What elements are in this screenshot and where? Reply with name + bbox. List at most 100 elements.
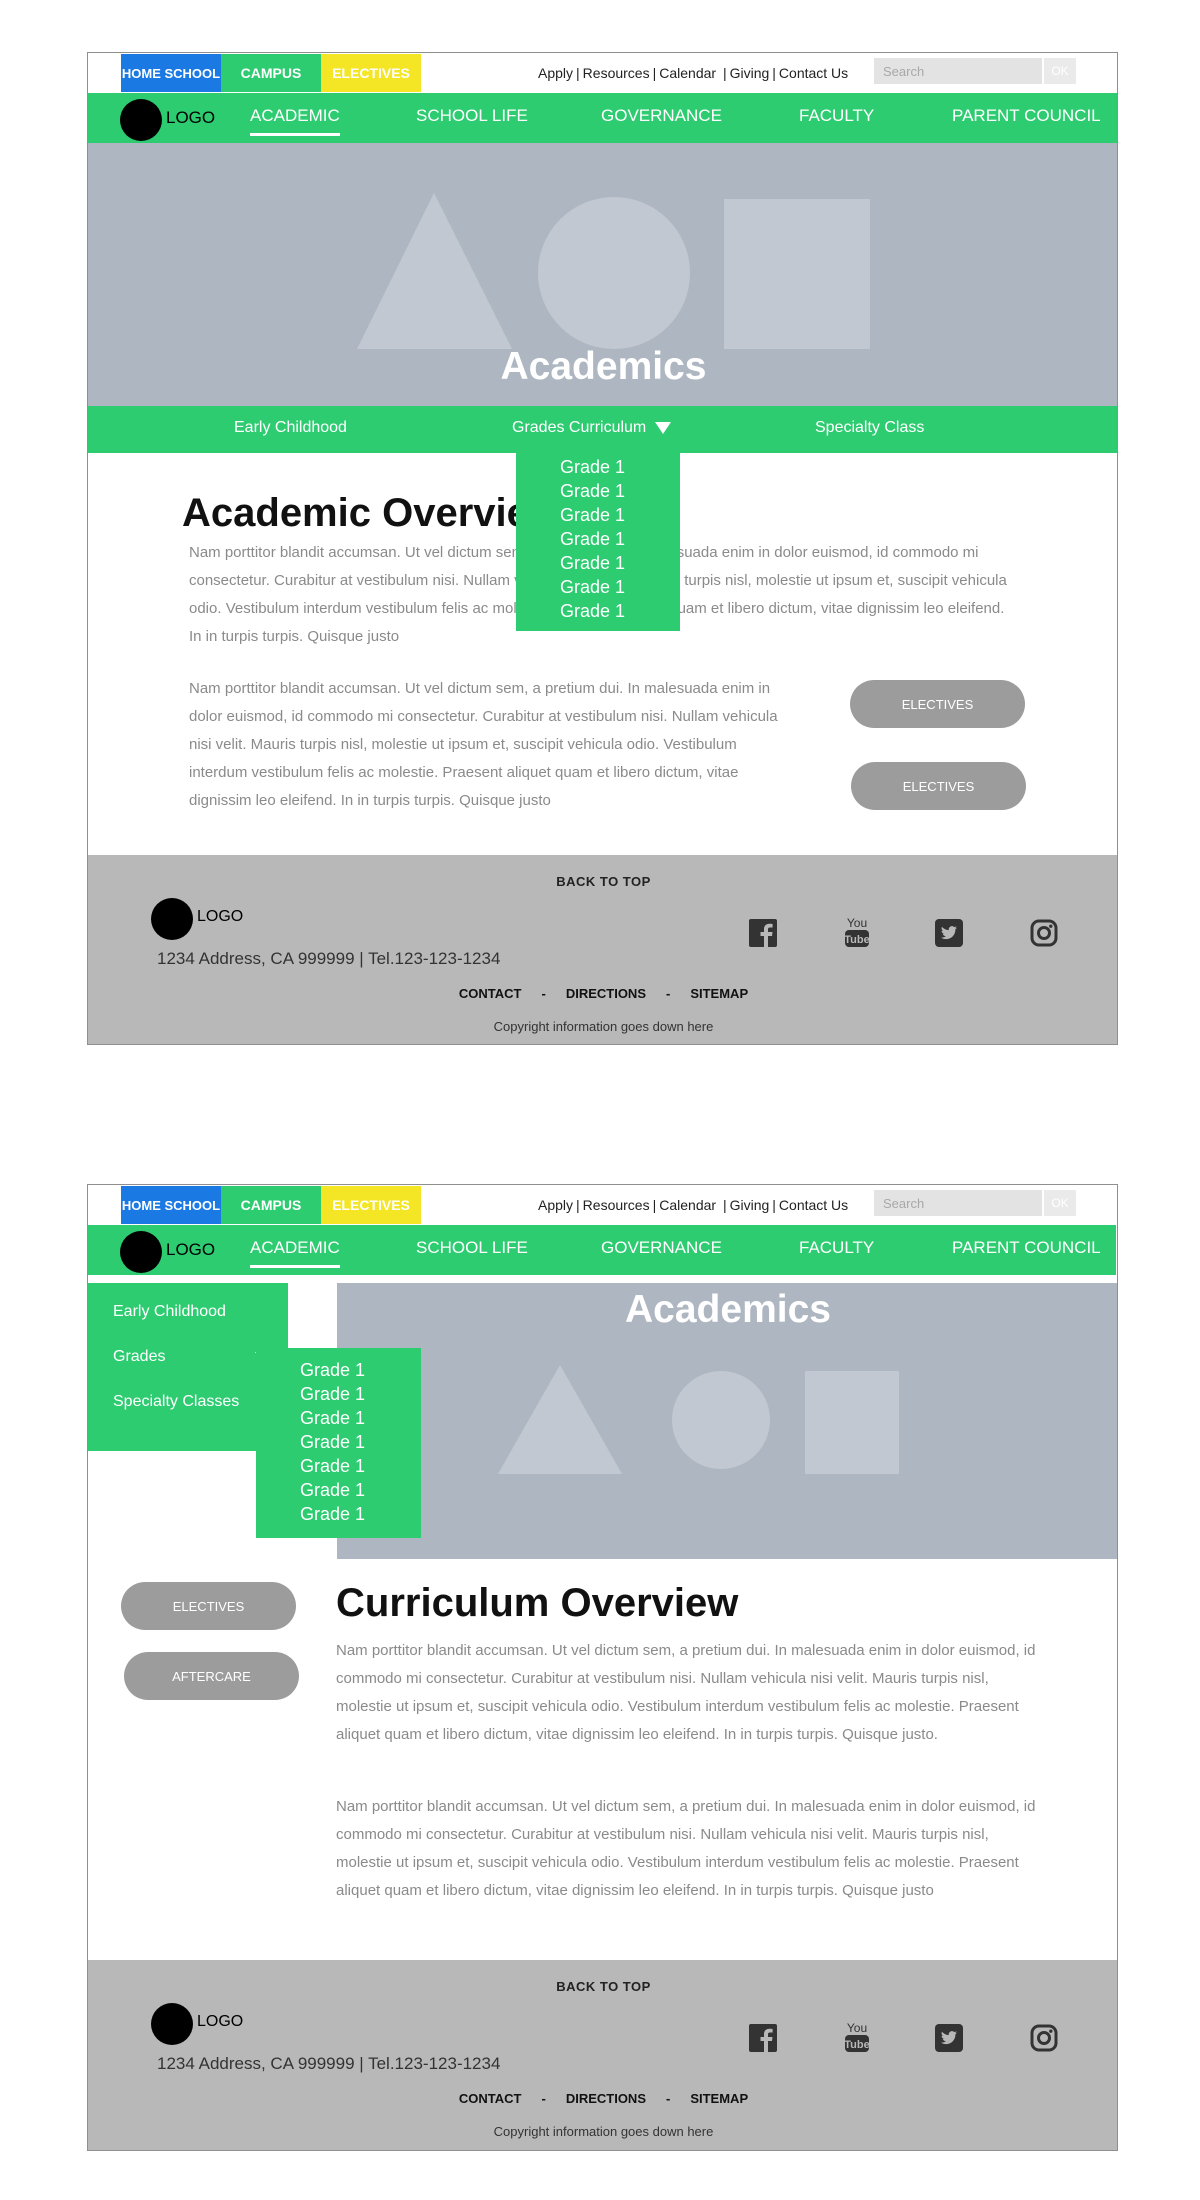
dropdown-grade-item[interactable]: Grade 1: [256, 1454, 421, 1478]
search-ok-button[interactable]: OK: [1044, 1190, 1076, 1216]
dropdown-grade-item[interactable]: Grade 1: [256, 1406, 421, 1430]
footer-address: 1234 Address, CA 999999 | Tel.123-123-12…: [157, 949, 501, 968]
body-paragraph: Nam porttitor blandit accumsan. Ut vel d…: [336, 1798, 1036, 1899]
footer-link-sitemap[interactable]: SITEMAP: [690, 986, 748, 1001]
nav-academic[interactable]: ACADEMIC: [250, 106, 340, 136]
back-to-top-link[interactable]: BACK TO TOP: [88, 874, 1117, 889]
nav-academic[interactable]: ACADEMIC: [250, 1238, 340, 1268]
nav-governance[interactable]: GOVERNANCE: [601, 106, 722, 126]
hero-title: Academics: [500, 345, 707, 388]
caret-down-icon[interactable]: [655, 421, 672, 434]
svg-text:You: You: [847, 916, 867, 930]
intro-paragraph: Nam porttitor blandit accumsan. Ut vel d…: [336, 1642, 1036, 1743]
link-calendar[interactable]: Calendar: [659, 65, 716, 81]
tab-home-school[interactable]: HOME SCHOOL: [121, 54, 221, 92]
hero-image-placeholder: Academics: [337, 1283, 1117, 1559]
svg-text:Tube: Tube: [844, 934, 869, 946]
dropdown-grade-item[interactable]: Grade 1: [256, 1478, 421, 1502]
instagram-icon[interactable]: [1030, 2024, 1058, 2052]
main-nav: LOGO ACADEMIC SCHOOL LIFE GOVERNANCE FAC…: [88, 93, 1117, 143]
electives-button[interactable]: ELECTIVES: [850, 680, 1025, 728]
back-to-top-link[interactable]: BACK TO TOP: [88, 1979, 1117, 1994]
tab-campus[interactable]: CAMPUS: [221, 1186, 321, 1224]
subnav-grades-curriculum[interactable]: Grades Curriculum: [512, 419, 672, 437]
grades-dropdown: Grade 1 Grade 1 Grade 1 Grade 1 Grade 1 …: [256, 1348, 421, 1538]
link-apply[interactable]: Apply: [538, 65, 573, 81]
link-giving[interactable]: Giving: [730, 1197, 770, 1213]
link-contact-us[interactable]: Contact Us: [779, 65, 848, 81]
logo-text[interactable]: LOGO: [166, 108, 215, 128]
facebook-icon[interactable]: [749, 2024, 777, 2052]
nav-school-life[interactable]: SCHOOL LIFE: [416, 106, 528, 126]
electives-button-2[interactable]: ELECTIVES: [851, 762, 1026, 810]
nav-faculty[interactable]: FACULTY: [799, 106, 874, 126]
link-giving[interactable]: Giving: [730, 65, 770, 81]
electives-button[interactable]: ELECTIVES: [121, 1582, 296, 1630]
copyright-text: Copyright information goes down here: [493, 1019, 714, 1034]
nav-faculty[interactable]: FACULTY: [799, 1238, 874, 1258]
svg-text:You: You: [847, 2021, 867, 2035]
dropdown-grade-item[interactable]: Grade 1: [256, 1358, 421, 1382]
copyright-text: Copyright information goes down here: [493, 2124, 714, 2139]
instagram-icon[interactable]: [1030, 919, 1058, 947]
link-contact-us[interactable]: Contact Us: [779, 1197, 848, 1213]
search-ok-button[interactable]: OK: [1044, 58, 1076, 84]
dropdown-grade-item[interactable]: Grade 1: [516, 527, 680, 551]
dropdown-grade-item[interactable]: Grade 1: [516, 575, 680, 599]
dropdown-grade-item[interactable]: Grade 1: [256, 1382, 421, 1406]
side-item-grades[interactable]: Grades: [113, 1348, 165, 1366]
logo-circle: [120, 1231, 162, 1273]
site-footer: BACK TO TOP LOGO 1234 Address, CA 999999…: [88, 855, 1117, 1044]
footer-link-directions[interactable]: DIRECTIONS: [566, 2091, 646, 2106]
utility-links: Apply | Resources | Calendar | Giving | Contact…: [538, 1197, 849, 1213]
footer-link-contact[interactable]: CONTACT: [459, 2091, 522, 2106]
tab-electives[interactable]: ELECTIVES: [321, 1186, 421, 1224]
footer-link-sitemap[interactable]: SITEMAP: [690, 2091, 748, 2106]
nav-school-life[interactable]: SCHOOL LIFE: [416, 1238, 528, 1258]
logo-text[interactable]: LOGO: [166, 1240, 215, 1260]
footer-logo-circle: [151, 898, 193, 940]
sub-nav: Early Childhood Grades Curriculum Specia…: [88, 406, 1117, 453]
footer-link-contact[interactable]: CONTACT: [459, 986, 522, 1001]
footer-logo-text[interactable]: LOGO: [197, 2013, 243, 2031]
tab-home-school[interactable]: HOME SCHOOL: [121, 1186, 221, 1224]
aftercare-button[interactable]: AFTERCARE: [124, 1652, 299, 1700]
dropdown-grade-item[interactable]: Grade 1: [516, 599, 680, 623]
link-resources[interactable]: Resources: [583, 65, 650, 81]
nav-parent-council[interactable]: PARENT COUNCIL: [952, 106, 1101, 126]
link-calendar[interactable]: Calendar: [659, 1197, 716, 1213]
footer-link-directions[interactable]: DIRECTIONS: [566, 986, 646, 1001]
youtube-icon[interactable]: You Tube: [843, 2020, 871, 2054]
footer-logo-text[interactable]: LOGO: [197, 908, 243, 926]
subnav-grades-label: Grades Curriculum: [512, 419, 647, 436]
tab-campus[interactable]: CAMPUS: [221, 54, 321, 92]
nav-governance[interactable]: GOVERNANCE: [601, 1238, 722, 1258]
dropdown-grade-item[interactable]: Grade 1: [516, 455, 680, 479]
footer-links: CONTACT - DIRECTIONS - SITEMAP: [458, 986, 749, 1001]
logo-circle: [120, 99, 162, 141]
nav-parent-council[interactable]: PARENT COUNCIL: [952, 1238, 1101, 1258]
subnav-specialty-class[interactable]: Specialty Class: [815, 419, 924, 437]
dropdown-grade-item[interactable]: Grade 1: [256, 1502, 421, 1526]
link-resources[interactable]: Resources: [583, 1197, 650, 1213]
dropdown-grade-item[interactable]: Grade 1: [256, 1430, 421, 1454]
twitter-icon[interactable]: [935, 2024, 963, 2052]
side-item-specialty-classes[interactable]: Specialty Classes: [113, 1393, 239, 1411]
subnav-early-childhood[interactable]: Early Childhood: [234, 419, 347, 437]
svg-text:Tube: Tube: [844, 2039, 869, 2051]
search-input[interactable]: [874, 1190, 1042, 1216]
page-title: Academic Overview: [182, 491, 560, 535]
link-apply[interactable]: Apply: [538, 1197, 573, 1213]
dropdown-grade-item[interactable]: Grade 1: [516, 551, 680, 575]
hero-image-placeholder: Academics: [88, 143, 1117, 406]
tab-electives[interactable]: ELECTIVES: [321, 54, 421, 92]
youtube-icon[interactable]: You Tube: [843, 915, 871, 949]
site-footer: BACK TO TOP LOGO 1234 Address, CA 999999…: [88, 1960, 1117, 2150]
dropdown-grade-item[interactable]: Grade 1: [516, 503, 680, 527]
side-item-early-childhood[interactable]: Early Childhood: [113, 1303, 226, 1321]
facebook-icon[interactable]: [749, 919, 777, 947]
search-input[interactable]: [874, 58, 1042, 84]
twitter-icon[interactable]: [935, 919, 963, 947]
footer-address: 1234 Address, CA 999999 | Tel.123-123-12…: [157, 2054, 501, 2073]
dropdown-grade-item[interactable]: Grade 1: [516, 479, 680, 503]
